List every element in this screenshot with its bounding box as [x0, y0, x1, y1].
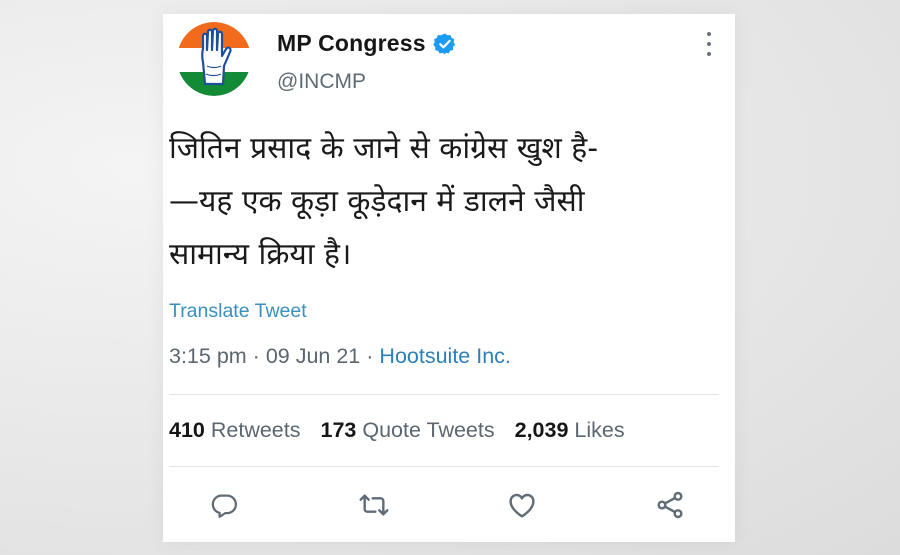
share-icon	[657, 491, 683, 519]
verified-badge-icon	[433, 33, 455, 54]
divider	[169, 466, 719, 467]
tweet-line: जितिन प्रसाद के जाने से कांग्रेस खुश है-	[169, 131, 599, 166]
reply-button[interactable]	[207, 488, 241, 522]
quote-tweets-stat[interactable]: 173 Quote Tweets	[320, 418, 494, 443]
avatar-congress-logo[interactable]	[177, 22, 251, 96]
likes-label: Likes	[574, 418, 625, 442]
retweets-label: Retweets	[210, 418, 301, 442]
tweet-actions-bar	[169, 488, 719, 528]
tweet-stats: 410 Retweets 173 Quote Tweets 2,039 Like…	[169, 418, 625, 443]
retweet-icon	[359, 494, 389, 516]
reply-icon	[211, 494, 237, 518]
divider	[169, 394, 719, 395]
retweets-count: 410	[169, 418, 205, 442]
quote-tweets-count: 173	[320, 418, 357, 442]
quote-tweets-label: Quote Tweets	[362, 418, 495, 442]
tweet-time[interactable]: 3:15 pm	[169, 344, 247, 368]
meta-separator: ·	[366, 344, 374, 368]
account-handle[interactable]: @INCMP	[277, 70, 366, 94]
tweet-date[interactable]: 09 Jun 21	[266, 344, 360, 368]
retweets-stat[interactable]: 410 Retweets	[169, 418, 300, 443]
likes-stat[interactable]: 2,039 Likes	[515, 418, 625, 443]
account-name-row[interactable]: MP Congress	[277, 30, 457, 57]
share-button[interactable]	[653, 488, 687, 522]
like-icon	[509, 493, 535, 518]
tweet-text: जितिन प्रसाद के जाने से कांग्रेस खुश है-…	[169, 122, 725, 281]
likes-count: 2,039	[514, 418, 569, 442]
account-name[interactable]: MP Congress	[277, 30, 426, 57]
meta-separator: ·	[252, 344, 260, 368]
tweet-card: MP Congress @INCMP जितिन प्रसाद के जाने …	[163, 14, 735, 542]
tweet-metadata: 3:15 pm · 09 Jun 21 · Hootsuite Inc.	[169, 344, 511, 369]
more-options-icon[interactable]	[705, 32, 713, 56]
tweet-line: —यह एक कूड़ा कूड़ेदान में डालने जैसी	[169, 184, 585, 219]
like-button[interactable]	[505, 488, 539, 522]
tweet-source-link[interactable]: Hootsuite Inc.	[379, 344, 510, 368]
translate-tweet-link[interactable]: Translate Tweet	[169, 300, 307, 323]
retweet-button[interactable]	[357, 488, 391, 522]
tweet-line: सामान्य क्रिया है।	[169, 237, 352, 272]
congress-hand-logo	[177, 22, 251, 96]
